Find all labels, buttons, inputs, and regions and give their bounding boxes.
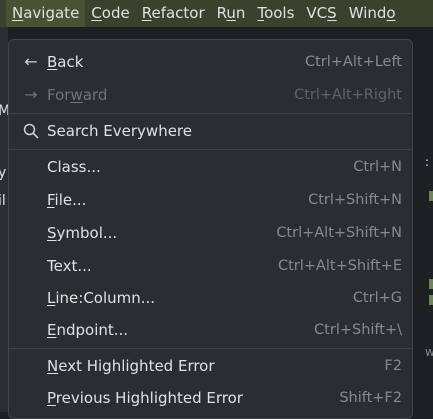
menu-refactor[interactable]: Refactor <box>136 0 211 27</box>
menu-item-next-error-mnemonic: N <box>47 357 59 375</box>
menu-item-endpoint-label: Endpoint... <box>47 321 128 339</box>
project-panel-edge: M y il <box>0 27 10 412</box>
menu-item-line-column-shortcut: Ctrl+G <box>352 290 402 306</box>
menu-item-class[interactable]: Class... Ctrl+N <box>9 151 412 183</box>
menu-item-prev-error-label: Previous Highlighted Error <box>47 389 243 407</box>
menu-item-forward-label: Forward <box>47 86 107 104</box>
menu-separator <box>9 348 412 349</box>
navigate-menu-popup: ← Back Ctrl+Alt+Left → Forward Ctrl+Alt+… <box>8 39 413 419</box>
menu-vcs-mnemonic: S <box>327 4 337 22</box>
menu-item-prev-error-shortcut: Shift+F2 <box>339 390 402 406</box>
menu-item-previous-highlighted-error[interactable]: Previous Highlighted Error Shift+F2 <box>9 382 412 414</box>
menu-item-symbol-label-rest: ymbol... <box>56 224 118 242</box>
menu-item-line-column-label-rest: ine:Column... <box>55 289 156 307</box>
menu-item-symbol-shortcut: Ctrl+Alt+Shift+N <box>276 225 402 241</box>
editor-code-fragment <box>429 191 433 201</box>
editor-text-fragment: w <box>425 345 433 359</box>
panel-text-fragment: y <box>0 165 7 181</box>
menu-item-file-label: File... <box>47 191 86 209</box>
menu-vcs-label: VC <box>306 4 328 22</box>
menu-item-symbol[interactable]: Symbol... Ctrl+Alt+Shift+N <box>9 217 412 249</box>
menu-item-search-everywhere[interactable]: Search Everywhere <box>9 115 412 147</box>
menu-item-forward-label-rest: ard <box>82 86 108 104</box>
menu-code[interactable]: Code <box>85 0 135 27</box>
menu-item-class-shortcut: Ctrl+N <box>353 159 402 175</box>
menu-item-forward-label-pre: For <box>47 86 71 104</box>
menu-separator <box>9 113 412 114</box>
arrow-left-icon: ← <box>24 52 38 71</box>
menu-code-label: ode <box>101 4 130 22</box>
menu-tools[interactable]: Tools <box>251 0 300 27</box>
menu-item-forward-shortcut: Ctrl+Alt+Right <box>294 87 402 103</box>
menu-item-back-label-rest: ack <box>57 53 84 71</box>
menu-navigate-mnemonic: N <box>12 4 24 22</box>
menu-item-file-shortcut: Ctrl+Shift+N <box>308 192 402 208</box>
menu-item-next-error-label: Next Highlighted Error <box>47 357 215 375</box>
menu-navigate-label: avigate <box>23 4 80 22</box>
search-icon <box>22 122 40 140</box>
menu-run-label-pre: R <box>216 4 227 22</box>
panel-text-fragment: il <box>0 193 6 209</box>
arrow-right-icon: → <box>24 85 38 104</box>
editor-code-fragment <box>429 279 433 289</box>
menu-window[interactable]: Windo <box>343 0 402 27</box>
menu-item-back-mnemonic: B <box>47 53 58 71</box>
menu-item-next-error-label-rest: ext Highlighted Error <box>58 357 215 375</box>
menu-code-mnemonic: C <box>91 4 102 22</box>
menu-refactor-label: efactor <box>151 4 205 22</box>
editor-code-fragment <box>429 295 433 305</box>
menu-vcs[interactable]: VCS <box>300 0 342 27</box>
menu-item-next-highlighted-error[interactable]: Next Highlighted Error F2 <box>9 350 412 382</box>
menu-window-label: Wind <box>348 4 387 22</box>
menu-run-mnemonic: u <box>226 4 236 22</box>
menu-item-forward-mnemonic: w <box>70 86 83 104</box>
menu-window-mnemonic: o <box>386 4 396 22</box>
menu-item-endpoint-label-rest: ndpoint... <box>56 321 129 339</box>
menu-item-line-column[interactable]: Line:Column... Ctrl+G <box>9 282 412 314</box>
menu-navigate[interactable]: Navigate <box>6 0 86 27</box>
menu-item-file[interactable]: File... Ctrl+Shift+N <box>9 184 412 216</box>
menu-item-search-everywhere-label: Search Everywhere <box>47 122 192 140</box>
menu-run-label: n <box>235 4 246 22</box>
menu-item-endpoint-shortcut: Ctrl+Shift+\ <box>314 322 402 338</box>
menu-item-endpoint[interactable]: Endpoint... Ctrl+Shift+\ <box>9 314 412 346</box>
menu-item-file-label-rest: ile... <box>54 191 87 209</box>
main-menu-bar: Navigate Code Refactor Run Tools VCS Win… <box>0 0 433 27</box>
menu-item-line-column-label: Line:Column... <box>47 289 155 307</box>
menu-item-forward[interactable]: → Forward Ctrl+Alt+Right <box>9 79 412 111</box>
menu-item-back-label: Back <box>47 53 83 71</box>
menu-item-back[interactable]: ← Back Ctrl+Alt+Left <box>9 46 412 78</box>
menu-tools-label: ools <box>264 4 295 22</box>
menu-refactor-mnemonic: R <box>141 4 152 22</box>
menu-item-text[interactable]: Text... Ctrl+Alt+Shift+E <box>9 250 412 282</box>
menu-run[interactable]: Run <box>211 0 252 27</box>
menu-item-text-shortcut: Ctrl+Alt+Shift+E <box>277 258 402 274</box>
menu-item-prev-error-mnemonic: P <box>47 389 56 407</box>
menu-item-next-error-shortcut: F2 <box>384 358 402 374</box>
menu-item-prev-error-label-rest: revious Highlighted Error <box>55 389 243 407</box>
menu-item-back-shortcut: Ctrl+Alt+Left <box>304 54 402 70</box>
menu-item-file-mnemonic: F <box>47 191 55 209</box>
menu-item-class-label: Class... <box>47 158 101 176</box>
menu-item-text-label: Text... <box>47 257 92 275</box>
editor-text-fragment: : <box>425 155 430 169</box>
menu-item-symbol-mnemonic: S <box>47 224 57 242</box>
editor-right-edge: : w <box>425 27 433 412</box>
menu-item-symbol-label: Symbol... <box>47 224 117 242</box>
menu-separator <box>9 149 412 150</box>
